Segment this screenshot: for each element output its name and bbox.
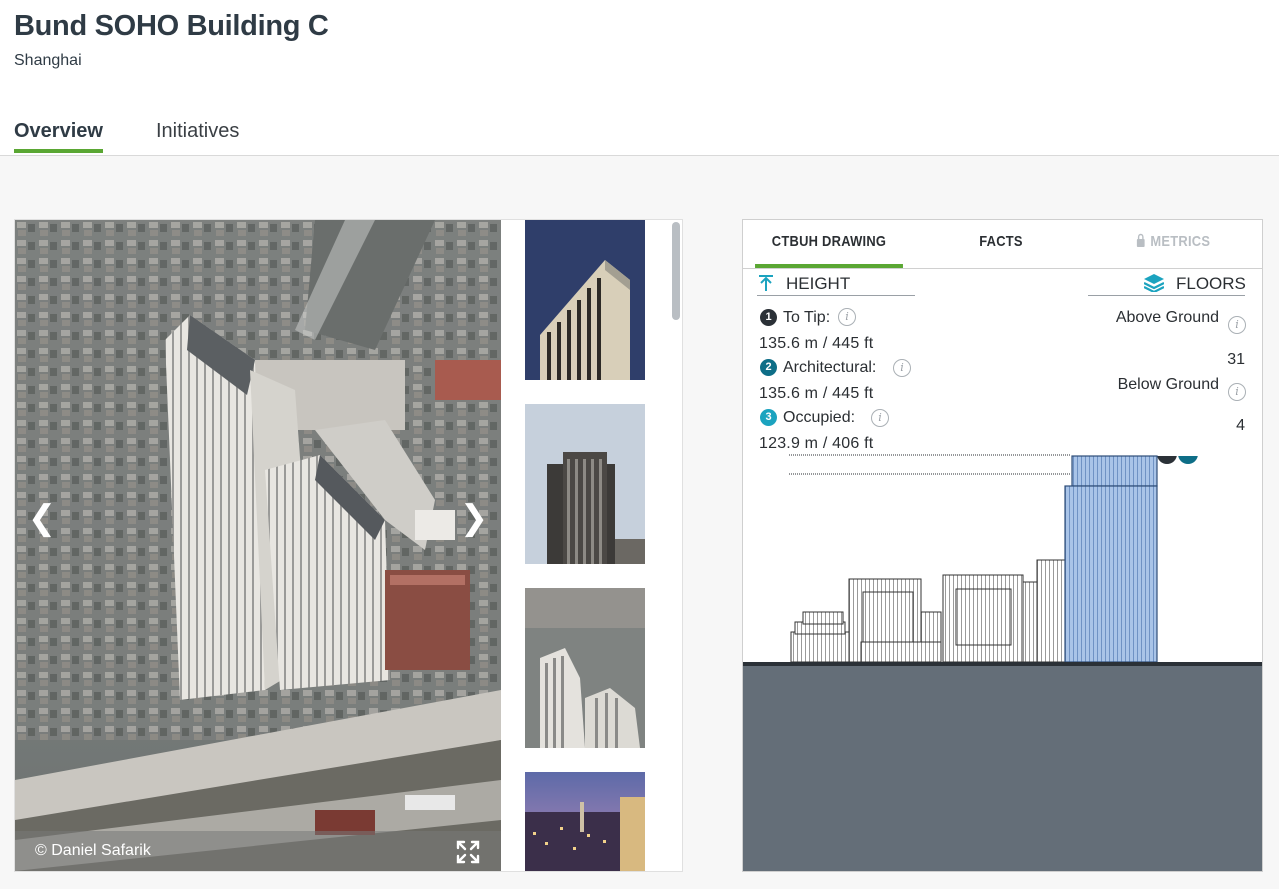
photo-credit-bar: © Daniel Safarik — [15, 831, 501, 871]
lock-icon — [1136, 233, 1145, 247]
below-ground-label: Below Ground — [1117, 376, 1219, 393]
height-section-header: HEIGHT — [757, 273, 915, 296]
floors-title: FLOORS — [1176, 274, 1246, 293]
scrollbar-thumb[interactable] — [672, 222, 680, 320]
below-ground-value: 4 — [1236, 417, 1245, 434]
expand-icon[interactable] — [455, 839, 481, 865]
thumbnail-scrollbar[interactable] — [671, 220, 681, 871]
to-tip-label: To Tip: — [783, 309, 831, 326]
thumbnail-strip — [525, 220, 655, 871]
thumbnail[interactable] — [525, 772, 645, 871]
above-ground-value: 31 — [1227, 351, 1245, 368]
info-icon[interactable]: i — [893, 359, 911, 377]
info-panel: CTBUH DRAWING FACTS METRICS HEIGHT FLOOR… — [742, 219, 1263, 872]
info-icon[interactable]: i — [1228, 316, 1246, 334]
thumbnail[interactable] — [525, 588, 645, 748]
to-tip-value: 135.6 m / 445 ft — [759, 335, 874, 352]
thumbnail[interactable] — [525, 404, 645, 564]
occupied-value: 123.9 m / 406 ft — [759, 435, 874, 452]
photo-gallery: ❮ ❯ © Daniel Safarik — [14, 219, 683, 872]
info-icon[interactable]: i — [871, 409, 889, 427]
badge-3: 3 — [760, 409, 777, 426]
tab-label: FACTS — [979, 233, 1023, 250]
building-elevation-drawing — [743, 452, 1262, 871]
badge-1: 1 — [760, 309, 777, 326]
tab-ctbuh-drawing[interactable]: CTBUH DRAWING — [755, 220, 903, 268]
height-arrow-icon — [759, 275, 773, 291]
height-title: HEIGHT — [786, 274, 851, 293]
architectural-label: Architectural: — [783, 359, 877, 376]
chevron-right-icon[interactable]: ❯ — [459, 498, 489, 538]
tab-metrics[interactable]: METRICS — [1099, 220, 1247, 266]
chevron-left-icon[interactable]: ❮ — [27, 498, 57, 538]
floors-section-header: FLOORS — [1088, 273, 1246, 296]
tab-label: CTBUH DRAWING — [771, 233, 887, 250]
layers-icon — [1144, 274, 1164, 292]
panel-tabs: CTBUH DRAWING FACTS METRICS — [743, 220, 1262, 269]
badge-2: 2 — [760, 359, 777, 376]
info-icon[interactable]: i — [838, 308, 856, 326]
city-subtitle: Shanghai — [14, 52, 82, 69]
architectural-value: 135.6 m / 445 ft — [759, 385, 874, 402]
thumbnail[interactable] — [525, 220, 645, 380]
tab-overview[interactable]: Overview — [14, 120, 103, 153]
page-title: Bund SOHO Building C — [14, 10, 329, 42]
page-header: Bund SOHO Building C Shanghai Overview I… — [0, 0, 1279, 156]
main-photo: ❮ ❯ © Daniel Safarik — [15, 220, 501, 871]
info-icon[interactable]: i — [1228, 383, 1246, 401]
above-ground-label: Above Ground — [1115, 309, 1219, 326]
tab-facts[interactable]: FACTS — [927, 220, 1075, 266]
tab-initiatives[interactable]: Initiatives — [156, 120, 239, 149]
occupied-label: Occupied: — [783, 409, 856, 426]
photo-credit: © Daniel Safarik — [35, 842, 151, 859]
tab-label: METRICS — [1150, 233, 1211, 250]
